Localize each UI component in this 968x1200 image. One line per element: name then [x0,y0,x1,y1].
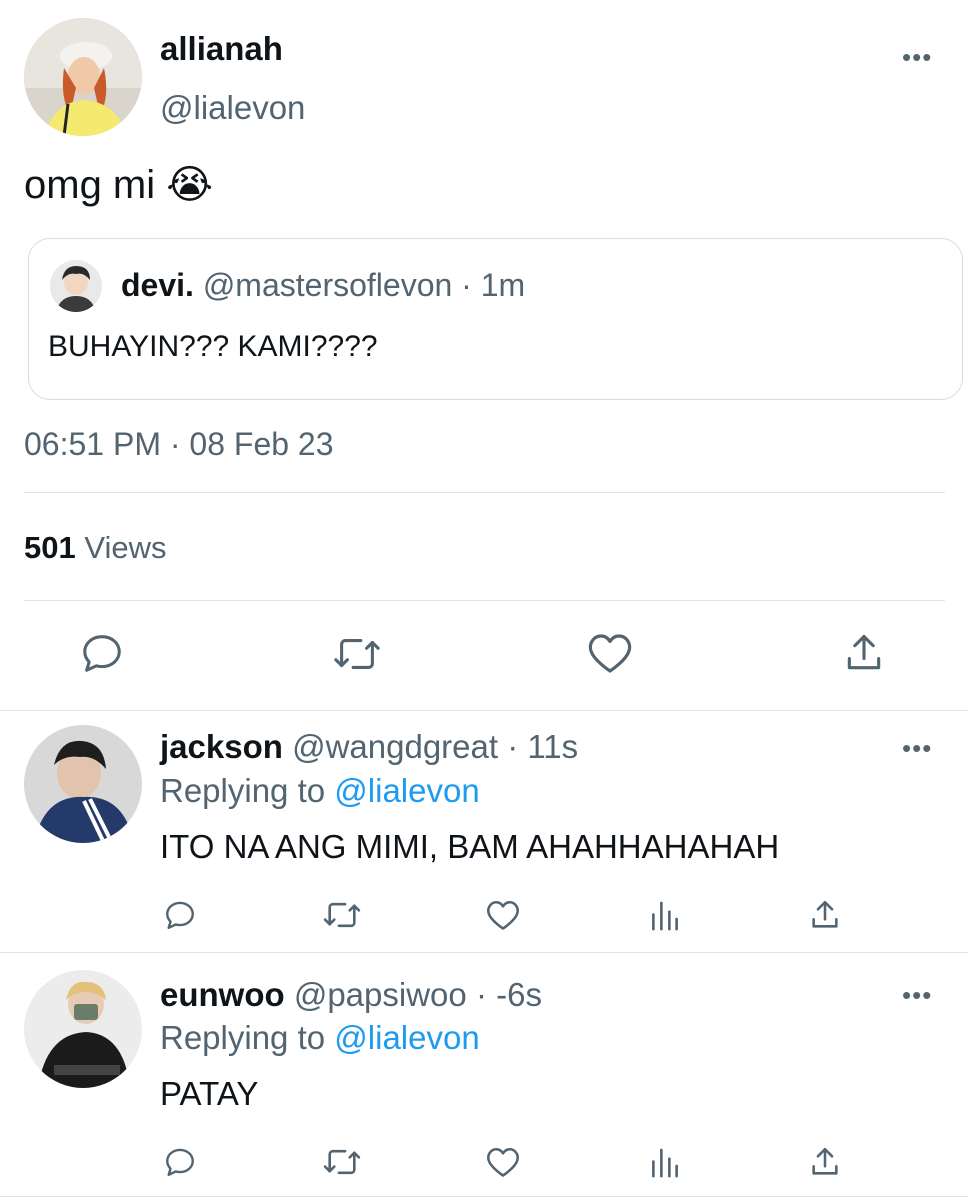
reply-icon[interactable] [79,630,125,676]
views-label: Views [84,530,167,565]
divider [24,492,945,493]
reply-text: ITO NA ANG MIMI, BAM AHAHHAHAHAH [160,828,780,865]
tweet-text-body: omg mi [24,163,156,207]
reply-time: · 11s [507,728,579,765]
reply-header: jackson @wangdgreat · 11s [160,728,578,766]
analytics-icon[interactable] [650,900,680,932]
reply-handle[interactable]: @wangdgreat [292,728,498,765]
divider [0,710,968,711]
replying-to: Replying to @lialevon [160,772,480,810]
replying-prefix: Replying to [160,1019,326,1056]
views-count: 501 [24,530,76,565]
share-icon[interactable] [808,1145,842,1179]
retweet-icon[interactable] [332,632,382,676]
views-row[interactable]: 501 Views [24,530,167,566]
avatar-jackson[interactable] [24,725,142,843]
share-icon[interactable] [808,898,842,932]
avatar-allianah[interactable] [24,18,142,136]
replying-to-link[interactable]: @lialevon [334,772,479,809]
crying-face-icon: 😭 [166,163,214,207]
quoted-handle[interactable]: @mastersoflevon [203,267,452,303]
quoted-text: BUHAYIN??? KAMI???? [48,330,378,363]
like-icon[interactable] [485,1145,521,1179]
avatar-eunwoo[interactable] [24,970,142,1088]
reply-display-name[interactable]: jackson [160,728,283,765]
retweet-icon[interactable] [322,1145,362,1179]
analytics-icon[interactable] [650,1147,680,1179]
reply-header: eunwoo @papsiwoo · -6s [160,976,542,1014]
replying-prefix: Replying to [160,772,326,809]
reply-icon[interactable] [163,898,197,932]
more-icon[interactable]: ••• [902,44,932,70]
quoted-time: · 1m [461,267,526,303]
like-icon[interactable] [586,630,634,676]
quoted-header: devi. @mastersoflevon · 1m [121,267,525,304]
replying-to-link[interactable]: @lialevon [334,1019,479,1056]
share-icon[interactable] [842,630,886,676]
timestamp[interactable]: 06:51 PM · 08 Feb 23 [24,426,334,463]
avatar-devi[interactable] [50,260,102,312]
quoted-tweet[interactable] [28,238,963,400]
reply-time: · -6s [475,976,542,1013]
more-icon[interactable]: ••• [902,735,932,761]
reply-icon[interactable] [163,1145,197,1179]
like-icon[interactable] [485,898,521,932]
divider [24,600,945,601]
retweet-icon[interactable] [322,898,362,932]
quoted-display-name[interactable]: devi. [121,267,194,303]
display-name[interactable]: allianah [160,30,283,68]
divider [0,1196,968,1197]
reply-display-name[interactable]: eunwoo [160,976,285,1013]
reply-text: PATAY [160,1075,259,1112]
tweet-text: omg mi 😭 [24,162,213,208]
handle[interactable]: @lialevon [160,89,305,127]
divider [0,952,968,953]
replying-to: Replying to @lialevon [160,1019,480,1057]
reply-handle[interactable]: @papsiwoo [294,976,467,1013]
more-icon[interactable]: ••• [902,982,932,1008]
